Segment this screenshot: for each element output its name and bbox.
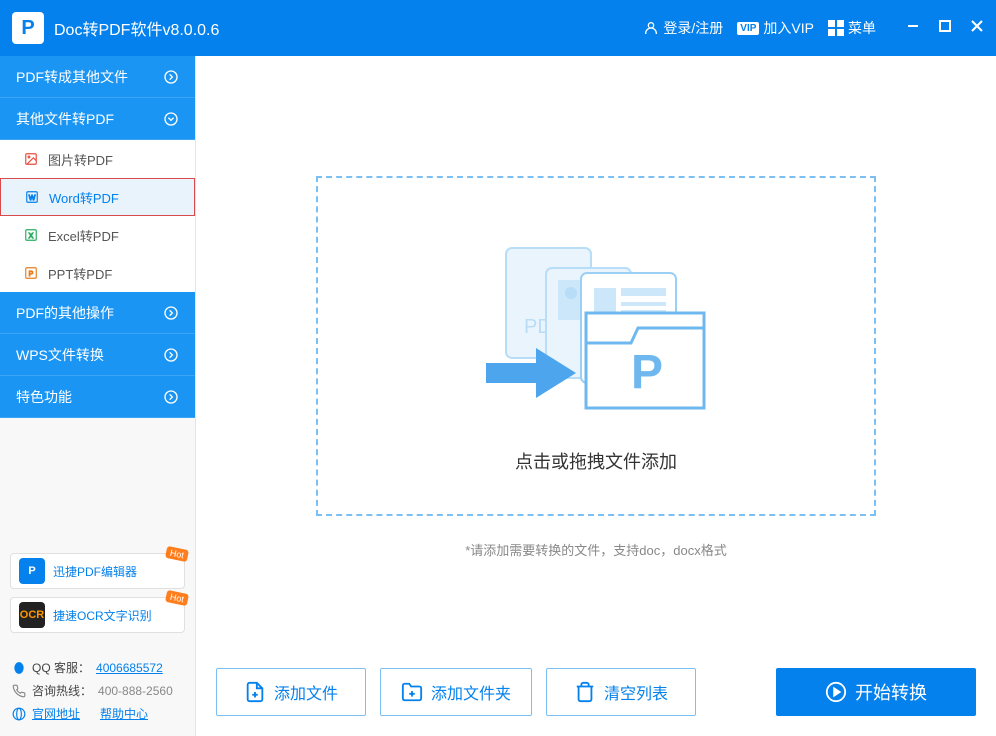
nav-section-pdf-other-ops[interactable]: PDF的其他操作 xyxy=(0,292,195,334)
start-label: 开始转换 xyxy=(855,679,927,705)
minimize-button[interactable] xyxy=(906,19,920,38)
svg-text:P: P xyxy=(631,346,663,399)
titlebar: P Doc转PDF软件v8.0.0.6 登录/注册 VIP 加入VIP 菜单 xyxy=(0,0,996,56)
nav-item-label: Word转PDF xyxy=(49,188,119,207)
globe-icon xyxy=(12,707,26,721)
svg-text:P: P xyxy=(29,271,34,278)
nav-item-image-to-pdf[interactable]: 图片转PDF xyxy=(0,140,195,178)
nav-section-features[interactable]: 特色功能 xyxy=(0,376,195,418)
qq-label: QQ 客服： xyxy=(32,659,90,676)
drop-illustration-icon: PDF P xyxy=(466,218,726,418)
nav-section-label: 特色功能 xyxy=(16,387,72,407)
word-icon: W xyxy=(25,190,39,204)
qq-link[interactable]: 4006685572 xyxy=(96,661,163,675)
qq-contact: QQ 客服： 4006685572 xyxy=(12,659,183,676)
file-add-icon xyxy=(244,681,266,703)
nav-item-label: 图片转PDF xyxy=(48,150,113,169)
close-button[interactable] xyxy=(970,19,984,38)
nav-section-label: PDF转成其他文件 xyxy=(16,67,128,87)
nav-section-label: PDF的其他操作 xyxy=(16,303,114,323)
add-folder-button[interactable]: 添加文件夹 xyxy=(380,668,532,716)
vip-icon: VIP xyxy=(737,22,759,35)
help-link[interactable]: 帮助中心 xyxy=(100,705,148,722)
chevron-right-icon xyxy=(163,389,179,405)
app-logo: P xyxy=(12,12,44,44)
hotline-label: 咨询热线： xyxy=(32,682,92,699)
start-convert-button[interactable]: 开始转换 xyxy=(776,668,976,716)
ocr-icon: OCR xyxy=(19,602,45,628)
hot-badge: Hot xyxy=(165,546,189,562)
pdf-editor-icon: P xyxy=(19,558,45,584)
qq-icon xyxy=(12,661,26,675)
content-area: PDF P 点击或拖拽文件添加 *请添加需要转换的文件，支持doc，docx格式 xyxy=(196,56,996,736)
hot-badge: Hot xyxy=(165,590,189,606)
nav-item-label: PPT转PDF xyxy=(48,264,112,283)
promo-ocr[interactable]: OCR 捷速OCR文字识别 Hot xyxy=(10,597,185,633)
chevron-right-icon xyxy=(163,305,179,321)
phone-icon xyxy=(12,684,26,698)
folder-add-icon xyxy=(401,681,423,703)
nav-section-wps-convert[interactable]: WPS文件转换 xyxy=(0,334,195,376)
nav-section-label: WPS文件转换 xyxy=(16,345,104,365)
ppt-icon: P xyxy=(24,266,38,280)
nav-item-excel-to-pdf[interactable]: X Excel转PDF xyxy=(0,216,195,254)
drop-text: 点击或拖拽文件添加 xyxy=(515,448,677,474)
hotline-value: 400-888-2560 xyxy=(98,684,173,698)
promo-label: 迅捷PDF编辑器 xyxy=(53,563,137,580)
menu-label: 菜单 xyxy=(848,18,876,38)
hotline-contact: 咨询热线： 400-888-2560 xyxy=(12,682,183,699)
promo-pdf-editor[interactable]: P 迅捷PDF编辑器 Hot xyxy=(10,553,185,589)
drop-zone[interactable]: PDF P 点击或拖拽文件添加 xyxy=(316,176,876,516)
site-link[interactable]: 官网地址 xyxy=(32,705,80,722)
user-icon xyxy=(643,20,659,36)
clear-list-button[interactable]: 清空列表 xyxy=(546,668,696,716)
chevron-right-icon xyxy=(163,69,179,85)
hint-text: *请添加需要转换的文件，支持doc，docx格式 xyxy=(216,540,976,559)
nav-section-pdf-to-other[interactable]: PDF转成其他文件 xyxy=(0,56,195,98)
promo-label: 捷速OCR文字识别 xyxy=(53,607,152,624)
chevron-down-icon xyxy=(163,111,179,127)
excel-icon: X xyxy=(24,228,38,242)
nav-item-ppt-to-pdf[interactable]: P PPT转PDF xyxy=(0,254,195,292)
vip-button[interactable]: VIP 加入VIP xyxy=(737,18,814,38)
add-file-button[interactable]: 添加文件 xyxy=(216,668,366,716)
svg-text:W: W xyxy=(29,195,36,202)
nav-item-word-to-pdf[interactable]: W Word转PDF xyxy=(0,178,195,216)
add-folder-label: 添加文件夹 xyxy=(431,680,511,704)
add-file-label: 添加文件 xyxy=(274,680,338,704)
play-icon xyxy=(825,681,847,703)
image-icon xyxy=(24,152,38,166)
vip-label: 加入VIP xyxy=(763,18,814,38)
nav-item-label: Excel转PDF xyxy=(48,226,119,245)
menu-grid-icon xyxy=(828,20,844,36)
login-button[interactable]: 登录/注册 xyxy=(643,18,723,38)
clear-list-label: 清空列表 xyxy=(604,680,668,704)
trash-icon xyxy=(574,681,596,703)
app-title: Doc转PDF软件v8.0.0.6 xyxy=(54,16,643,40)
nav-section-other-to-pdf[interactable]: 其他文件转PDF xyxy=(0,98,195,140)
nav-section-label: 其他文件转PDF xyxy=(16,109,114,129)
sidebar: PDF转成其他文件 其他文件转PDF 图片转PDF W Word转PDF xyxy=(0,56,196,736)
menu-button[interactable]: 菜单 xyxy=(828,18,876,38)
chevron-right-icon xyxy=(163,347,179,363)
svg-text:X: X xyxy=(29,233,34,240)
maximize-button[interactable] xyxy=(938,19,952,38)
login-label: 登录/注册 xyxy=(663,18,723,38)
